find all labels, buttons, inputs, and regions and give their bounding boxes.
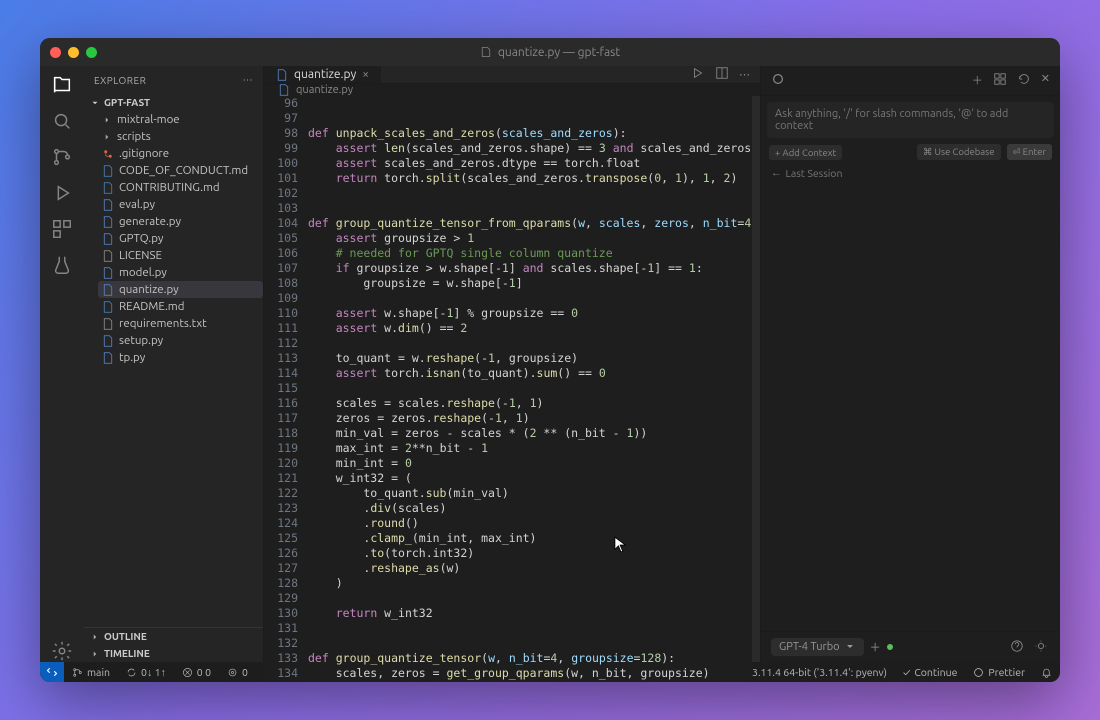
status-dot-icon [887, 644, 893, 650]
window-title: quantize.py — gpt-fast [40, 46, 1060, 59]
add-context-button[interactable]: + Add Context [769, 145, 842, 160]
file-item[interactable]: tp.py [98, 349, 263, 366]
bell-icon[interactable] [1033, 666, 1060, 678]
file-item[interactable]: CONTRIBUTING.md [98, 179, 263, 196]
folder-item[interactable]: scripts [98, 128, 263, 145]
ports-button[interactable]: 0 [219, 666, 256, 678]
close-tab-icon[interactable]: × [362, 68, 369, 81]
file-item[interactable]: quantize.py [98, 281, 263, 298]
file-item[interactable]: LICENSE [98, 247, 263, 264]
branch-button[interactable]: main [64, 666, 118, 678]
debug-icon[interactable] [51, 182, 73, 204]
settings-gear-icon[interactable] [51, 640, 73, 662]
chat-input[interactable]: Ask anything, '/' for slash commands, '@… [767, 102, 1054, 138]
code-editor[interactable]: 9697989910010110210310410510610710810911… [264, 96, 752, 682]
tab-more-icon[interactable]: ⋯ [739, 68, 750, 81]
breadcrumb[interactable]: quantize.py [264, 84, 760, 96]
explorer-title: EXPLORER [94, 75, 146, 86]
model-select[interactable]: GPT-4 Turbo [771, 638, 864, 656]
timeline-section[interactable]: TIMELINE [84, 645, 263, 662]
interpreter-button[interactable]: 3.11.4 64-bit ('3.11.4': pyenv) [744, 666, 895, 678]
file-item[interactable]: README.md [98, 298, 263, 315]
help-icon[interactable] [1010, 639, 1024, 656]
explorer-icon[interactable] [51, 74, 73, 96]
explorer-more-icon[interactable]: ⋯ [243, 74, 254, 86]
testing-icon[interactable] [51, 254, 73, 276]
chat-tab-icon[interactable] [771, 72, 785, 89]
app-window: quantize.py — gpt-fast EXPLORER ⋯ GPT-FA… [40, 38, 1060, 682]
file-item[interactable]: requirements.txt [98, 315, 263, 332]
file-item[interactable]: generate.py [98, 213, 263, 230]
chat-panel: ＋ ✕ Ask anything, '/' for slash commands… [760, 66, 1060, 662]
close-panel-icon[interactable]: ✕ [1041, 72, 1050, 89]
new-chat-icon[interactable]: ＋ [972, 72, 983, 89]
chat-grid-icon[interactable] [993, 72, 1007, 89]
split-editor-icon[interactable] [715, 66, 729, 83]
tab-quantize[interactable]: quantize.py × [264, 66, 382, 83]
file-item[interactable]: eval.py [98, 196, 263, 213]
add-model-icon[interactable]: ＋ [870, 639, 881, 655]
continue-button[interactable]: ✓ Continue [895, 666, 965, 678]
use-codebase-button[interactable]: ⌘ Use Codebase [917, 144, 1001, 160]
remote-button[interactable] [40, 662, 64, 682]
prettier-button[interactable]: Prettier [965, 666, 1033, 678]
source-control-icon[interactable] [51, 146, 73, 168]
notify-icon[interactable] [1034, 639, 1048, 656]
file-item[interactable]: CODE_OF_CONDUCT.md [98, 162, 263, 179]
chat-history-icon[interactable] [1017, 72, 1031, 89]
file-item[interactable]: GPTQ.py [98, 230, 263, 247]
outline-section[interactable]: OUTLINE [84, 628, 263, 645]
activity-bar [40, 66, 84, 662]
problems-button[interactable]: 0 0 [174, 666, 219, 678]
project-root[interactable]: GPT-FAST [84, 94, 263, 111]
tab-bar: quantize.py × ⋯ [264, 66, 760, 84]
search-icon[interactable] [51, 110, 73, 132]
file-item[interactable]: model.py [98, 264, 263, 281]
last-session-button[interactable]: ←Last Session [761, 160, 1060, 185]
editor-group: quantize.py × ⋯ quantize.py 969798991001… [264, 66, 760, 662]
sync-button[interactable]: 0↓ 1↑ [118, 666, 174, 679]
extensions-icon[interactable] [51, 218, 73, 240]
file-item[interactable]: setup.py [98, 332, 263, 349]
send-button[interactable]: ⏎ Enter [1007, 144, 1052, 160]
sidebar: EXPLORER ⋯ GPT-FAST mixtral-moescripts.g… [84, 66, 264, 662]
folder-item[interactable]: mixtral-moe [98, 111, 263, 128]
run-icon[interactable] [691, 66, 705, 83]
scrollbar[interactable] [752, 96, 760, 682]
file-item[interactable]: .gitignore [98, 145, 263, 162]
titlebar: quantize.py — gpt-fast [40, 38, 1060, 66]
